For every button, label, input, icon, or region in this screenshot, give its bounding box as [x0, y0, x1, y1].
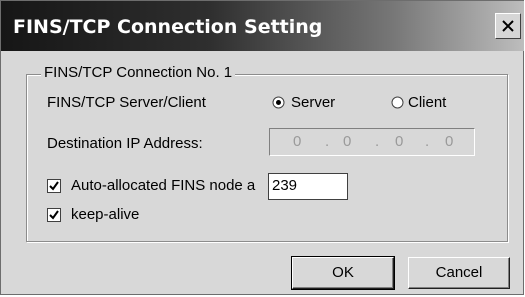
ip-octet: 0: [293, 133, 302, 150]
checkmark-icon: [49, 210, 59, 220]
server-radio-label: Server: [291, 94, 336, 111]
client-radio-label: Client: [408, 94, 447, 111]
fins-node-value: 239: [272, 177, 298, 194]
ip-octet: 0: [395, 133, 404, 150]
keep-alive-checkbox[interactable]: [47, 208, 61, 222]
window-title: FINS/TCP Connection Setting: [13, 16, 323, 38]
close-icon: [502, 20, 514, 32]
destination-ip-field[interactable]: 0 . 0 . 0 . 0: [269, 128, 475, 156]
auto-node-checkbox[interactable]: [47, 179, 61, 193]
ip-dot: .: [425, 133, 430, 150]
ip-dot: .: [375, 133, 380, 150]
radio-icon: [272, 96, 285, 109]
destination-ip-label: Destination IP Address:: [47, 135, 203, 152]
cancel-button[interactable]: Cancel: [408, 257, 510, 289]
dialog-window: FINS/TCP Connection Setting FINS/TCP Con…: [0, 0, 524, 295]
group-legend: FINS/TCP Connection No. 1: [41, 64, 236, 81]
title-bar[interactable]: FINS/TCP Connection Setting: [1, 1, 524, 51]
fins-node-input[interactable]: 239: [268, 173, 348, 200]
keep-alive-label: keep-alive: [71, 206, 140, 223]
radio-icon: [391, 96, 404, 109]
auto-node-label: Auto-allocated FINS node a: [71, 177, 256, 194]
ok-button[interactable]: OK: [291, 256, 395, 290]
ip-octet: 0: [445, 133, 454, 150]
close-button[interactable]: [495, 13, 521, 39]
ip-dot: .: [325, 133, 330, 150]
checkmark-icon: [49, 181, 59, 191]
ip-octet: 0: [343, 133, 352, 150]
server-client-label: FINS/TCP Server/Client: [47, 94, 206, 111]
